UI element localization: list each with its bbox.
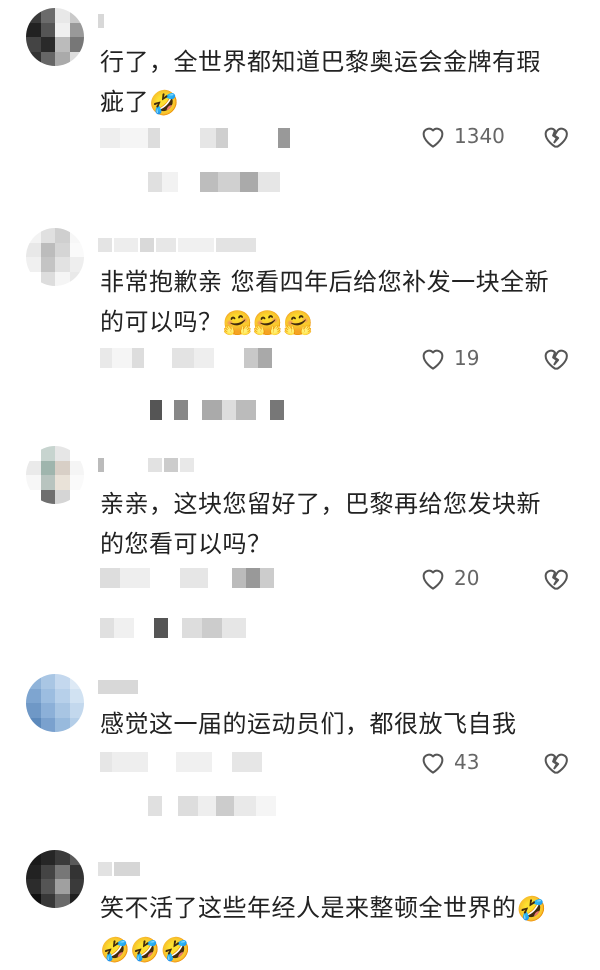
replies-blurred[interactable] [148, 796, 276, 816]
username-blurred[interactable] [98, 14, 104, 28]
dislike-button[interactable] [538, 118, 572, 154]
like-button[interactable]: 1340 [418, 118, 505, 154]
broken-heart-icon [544, 753, 568, 774]
comment-text-line: 笑不活了这些年经人是来整顿全世界的 [100, 894, 517, 922]
comment-text-line: 行了，全世界都知道巴黎奥运会金牌有瑕 [100, 48, 541, 76]
like-button[interactable]: 20 [418, 560, 479, 596]
avatar[interactable] [26, 228, 84, 286]
like-button[interactable]: 43 [418, 744, 479, 780]
broken-heart-icon [544, 569, 568, 590]
comment-text: 行了，全世界都知道巴黎奥运会金牌有瑕 疵了🤣 [100, 42, 560, 123]
rofl-emoji-icon: 🤣 [516, 895, 547, 923]
avatar[interactable] [26, 674, 84, 732]
broken-heart-icon [544, 349, 568, 370]
comment-text-line: 非常抱歉亲 您看四年后给您补发一块全新 [100, 268, 550, 296]
hugging-face-emoji-icon: 🤗🤗🤗 [222, 309, 314, 337]
rofl-emoji-icon: 🤣🤣🤣 [100, 936, 192, 964]
rofl-emoji-icon: 🤣 [149, 89, 180, 117]
comment-text-line: 感觉这一届的运动员们，都很放飞自我 [100, 710, 517, 738]
like-count: 43 [454, 750, 480, 774]
comment-text: 亲亲，这块您留好了，巴黎再给您发块新 的您看可以吗？ [100, 484, 560, 564]
like-count: 1340 [454, 124, 505, 148]
like-count: 20 [454, 566, 480, 590]
heart-icon [422, 349, 444, 370]
heart-icon [422, 753, 444, 774]
replies-blurred[interactable] [100, 618, 246, 638]
comment-meta-blurred [100, 128, 290, 148]
comment-meta-blurred [100, 752, 262, 772]
comment-text: 感觉这一届的运动员们，都很放飞自我 [100, 704, 560, 744]
username-blurred[interactable] [98, 238, 256, 252]
like-button[interactable]: 19 [418, 340, 479, 376]
username-blurred[interactable] [98, 862, 140, 876]
comment-text: 笑不活了这些年经人是来整顿全世界的🤣 🤣🤣🤣 [100, 888, 560, 970]
broken-heart-icon [544, 127, 568, 148]
username-blurred[interactable] [98, 680, 138, 694]
replies-blurred[interactable] [148, 172, 280, 192]
like-count: 19 [454, 346, 480, 370]
dislike-button[interactable] [538, 340, 572, 376]
avatar[interactable] [26, 850, 84, 908]
heart-icon [422, 127, 444, 148]
comment-meta-blurred [100, 348, 272, 368]
comment-text-line: 的可以吗？ [100, 308, 223, 336]
dislike-button[interactable] [538, 560, 572, 596]
heart-icon [422, 569, 444, 590]
comment-text: 非常抱歉亲 您看四年后给您补发一块全新 的可以吗？🤗🤗🤗 [100, 262, 560, 343]
comment-text-line: 的您看可以吗？ [100, 530, 272, 558]
avatar[interactable] [26, 8, 84, 66]
comment-text-line: 亲亲，这块您留好了，巴黎再给您发块新 [100, 490, 541, 518]
comment-text-line: 疵了 [100, 88, 149, 116]
dislike-button[interactable] [538, 744, 572, 780]
username-blurred[interactable] [98, 458, 194, 472]
comment-meta-blurred [100, 568, 274, 588]
avatar[interactable] [26, 446, 84, 504]
replies-blurred[interactable] [150, 400, 284, 420]
